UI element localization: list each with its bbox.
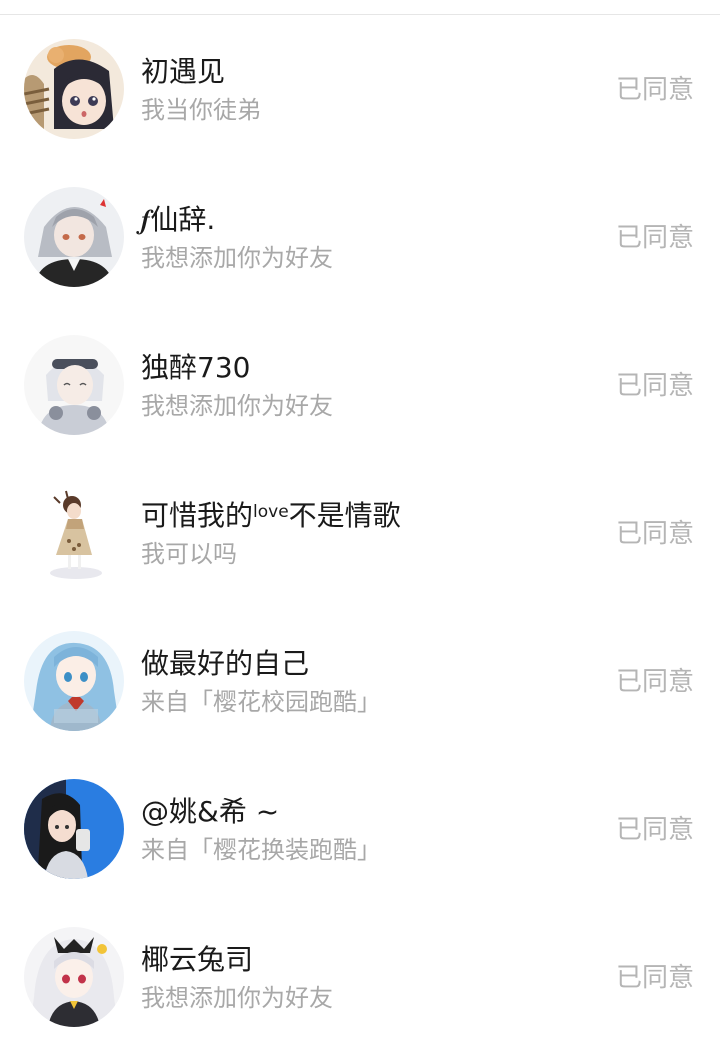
status-label: 已同意: [615, 75, 694, 105]
request-name-text: 可惜我的: [141, 499, 254, 532]
list-item[interactable]: 初遇见 我当你徒弟 已同意: [0, 15, 720, 163]
avatar[interactable]: [24, 335, 124, 435]
request-name-text: 𝆑仙辞.: [141, 203, 216, 236]
request-name-text: 独醉730: [141, 351, 251, 384]
status-label: 已同意: [615, 519, 694, 549]
request-name-superscript: love: [253, 502, 289, 522]
anime-gray-hair-avatar: [24, 187, 124, 287]
status-label: 已同意: [615, 371, 694, 401]
request-name-text: @姚&希 ~: [141, 795, 280, 828]
request-name: @姚&希 ~: [141, 794, 279, 830]
request-message: 来自「樱花校园跑酷」: [141, 688, 381, 716]
request-name: 椰云兔司: [141, 942, 253, 978]
request-message: 我想添加你为好友: [141, 984, 333, 1012]
avatar[interactable]: [24, 483, 124, 583]
request-message: 我当你徒弟: [141, 96, 261, 124]
avatar[interactable]: [24, 927, 124, 1027]
anime-blue-hair-girl-avatar: [24, 631, 124, 731]
request-name-text: 椰云兔司: [141, 943, 254, 976]
status-label: 已同意: [615, 223, 694, 253]
list-item[interactable]: 𝆑仙辞. 我想添加你为好友 已同意: [0, 163, 720, 311]
request-name-text: 初遇见: [141, 55, 226, 88]
anime-boy-headphones-avatar: [24, 335, 124, 435]
avatar[interactable]: [24, 39, 124, 139]
request-message: 我想添加你为好友: [141, 392, 333, 420]
request-name: 独醉730: [141, 350, 250, 386]
avatar[interactable]: [24, 187, 124, 287]
list-item[interactable]: @姚&希 ~ 来自「樱花换装跑酷」 已同意: [0, 755, 720, 903]
status-label: 已同意: [615, 815, 694, 845]
list-item[interactable]: 独醉730 我想添加你为好友 已同意: [0, 311, 720, 459]
request-message: 我可以吗: [141, 540, 237, 568]
anime-girl-blue-background-avatar: [24, 779, 124, 879]
request-name: 𝆑仙辞.: [141, 202, 215, 238]
request-name: 可惜我的love不是情歌: [141, 498, 401, 534]
request-name-text: 做最好的自己: [141, 647, 310, 680]
list-item[interactable]: 椰云兔司 我想添加你为好友 已同意: [0, 903, 720, 1051]
avatar[interactable]: [24, 631, 124, 731]
status-label: 已同意: [615, 667, 694, 697]
anime-girl-with-cat-avatar: [24, 39, 124, 139]
friend-request-list: 初遇见 我当你徒弟 已同意 𝆑仙辞. 我想添加你为好友 已同意 独醉730 我想…: [0, 15, 720, 1051]
request-name-tail: 不是情歌: [288, 499, 401, 532]
anime-white-hair-girl-avatar: [24, 927, 124, 1027]
request-message: 我想添加你为好友: [141, 244, 333, 272]
request-name: 初遇见: [141, 54, 225, 90]
list-item[interactable]: 可惜我的love不是情歌 我可以吗 已同意: [0, 459, 720, 607]
chibi-girl-dress-avatar: [24, 483, 124, 583]
request-message: 来自「樱花换装跑酷」: [141, 836, 381, 864]
avatar[interactable]: [24, 779, 124, 879]
status-label: 已同意: [615, 963, 694, 993]
list-item[interactable]: 做最好的自己 来自「樱花校园跑酷」 已同意: [0, 607, 720, 755]
request-name: 做最好的自己: [141, 646, 309, 682]
